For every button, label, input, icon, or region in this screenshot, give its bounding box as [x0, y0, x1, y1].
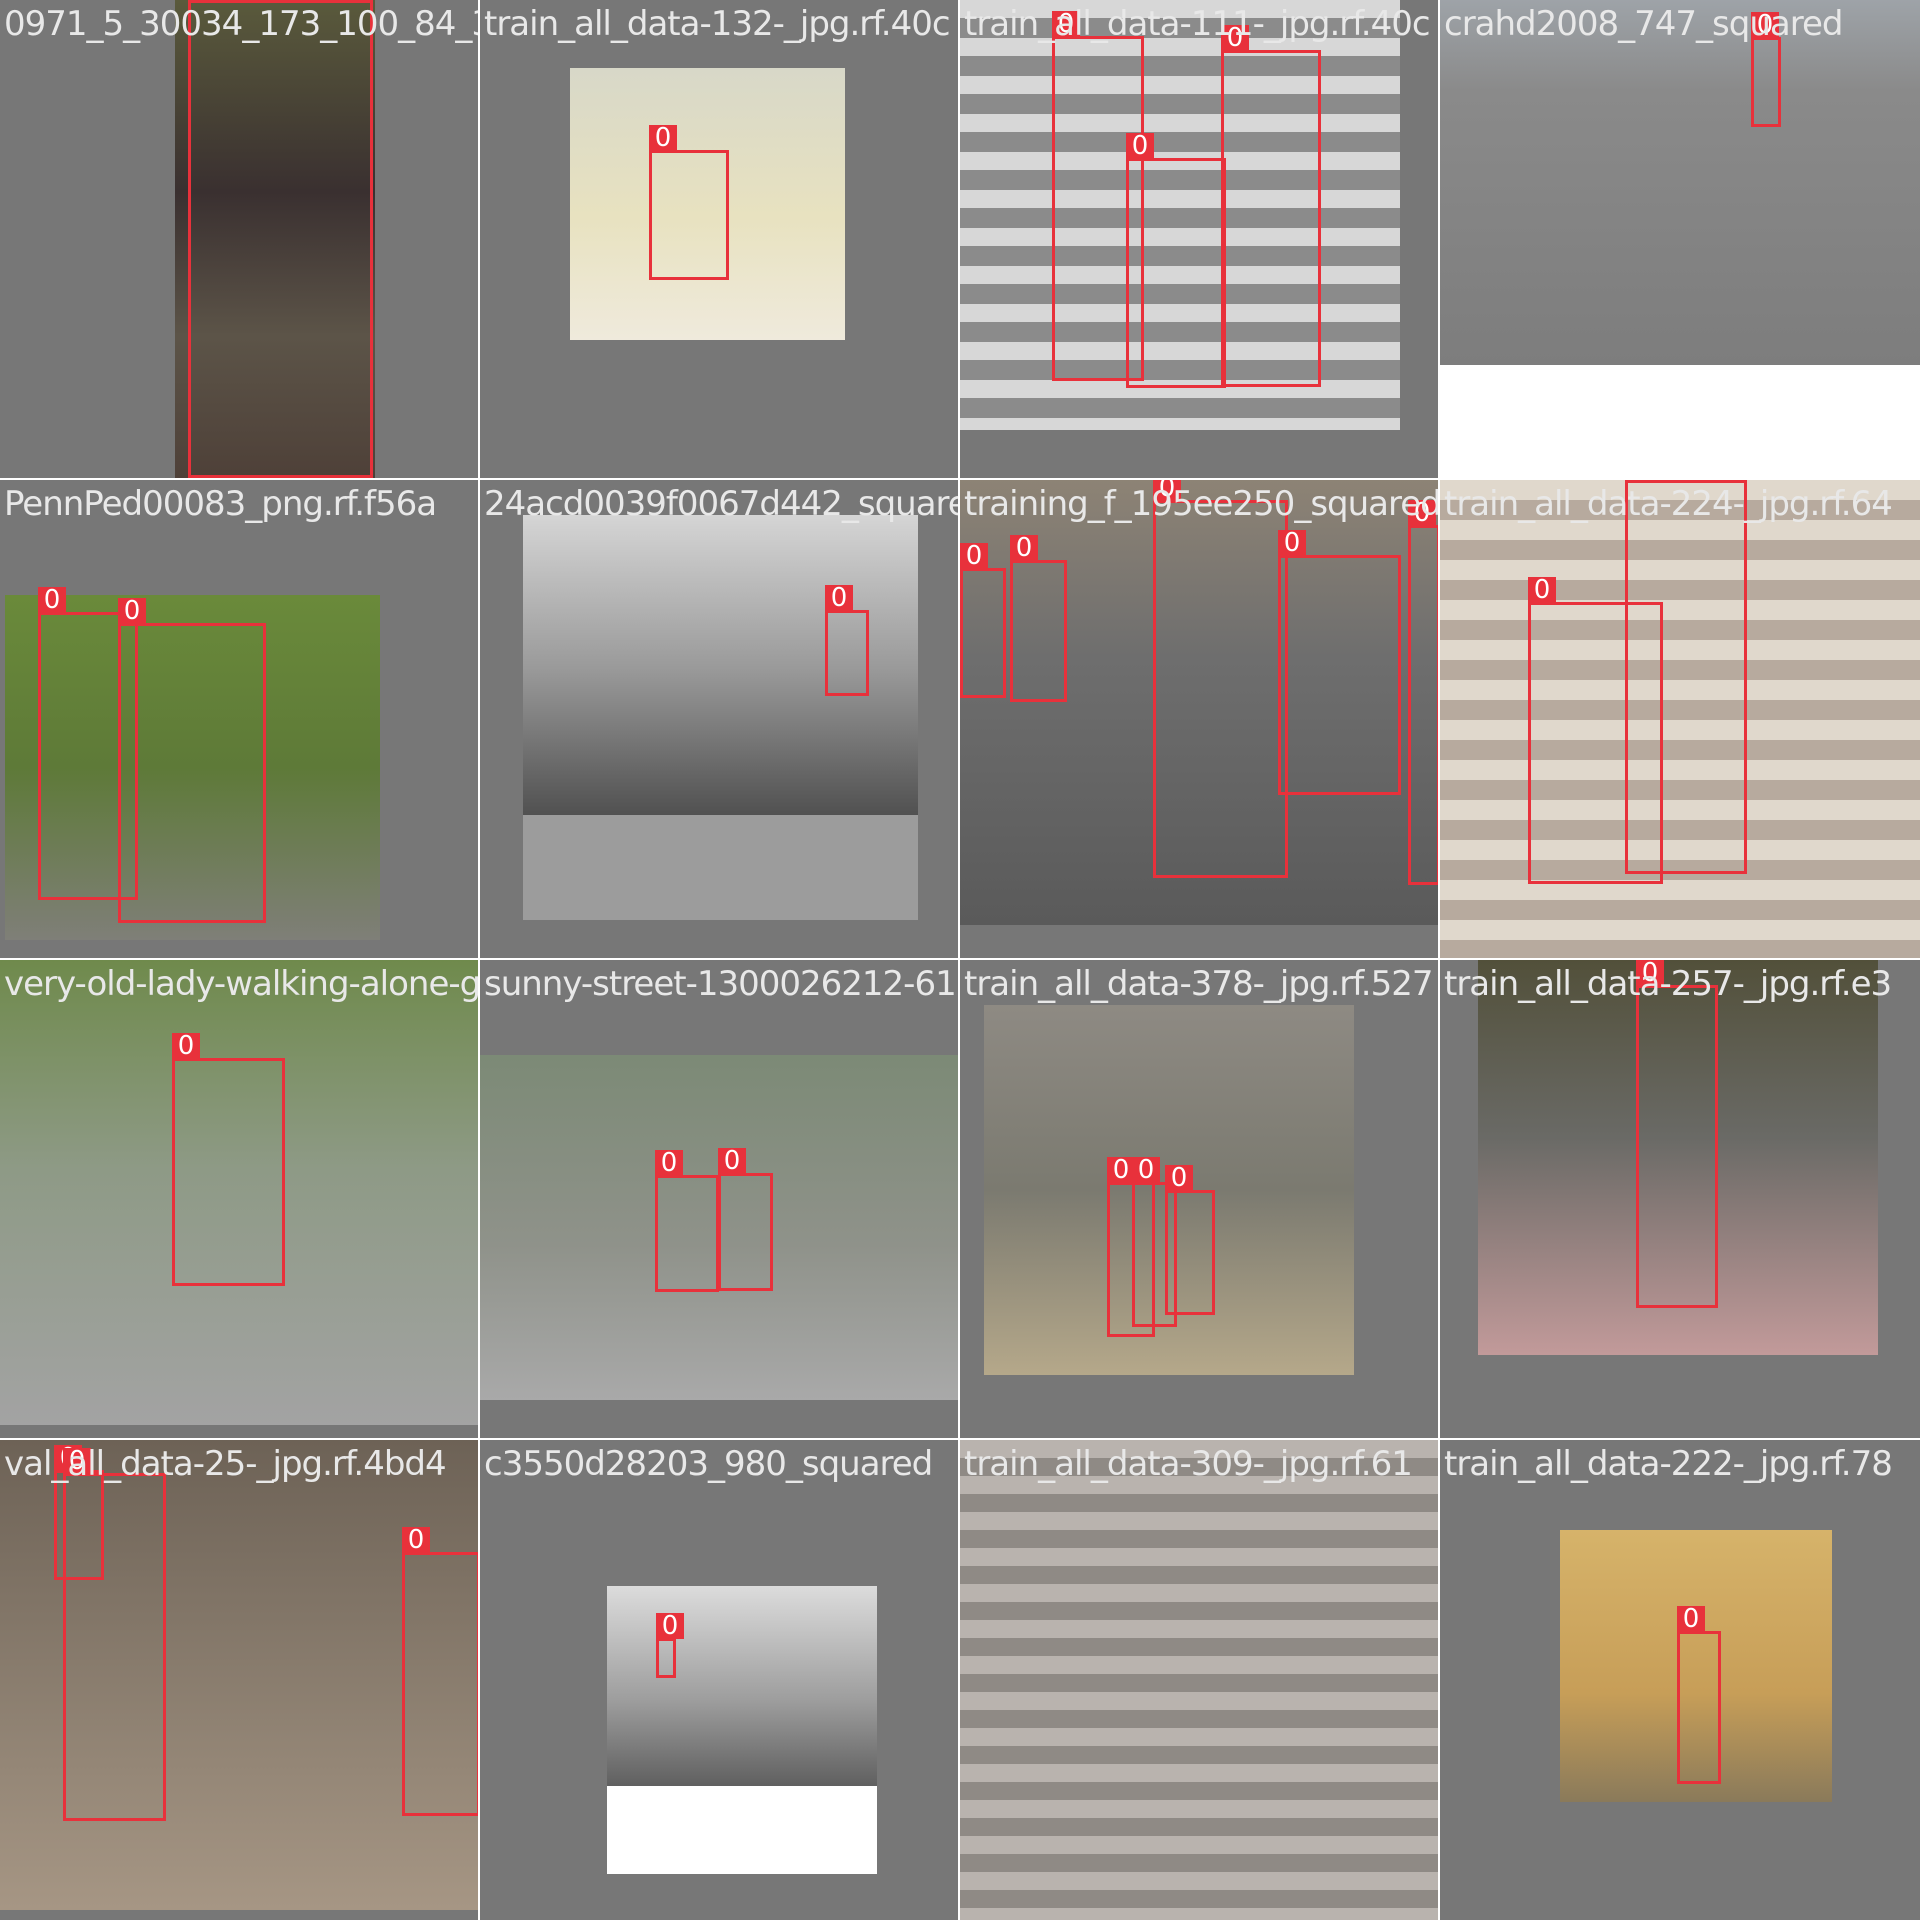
- class-label: 0: [649, 125, 677, 151]
- bounding-box: 0: [718, 1148, 773, 1291]
- class-label: 0: [118, 598, 146, 624]
- tile: 0 very-old-lady-walking-alone-gettyimage…: [0, 958, 482, 1442]
- tile-filename: train_all_data-378-_jpg.rf.527: [964, 964, 1433, 1004]
- tile: 0 0 PennPed00083_png.rf.f56a: [0, 478, 482, 962]
- class-label: 0: [1677, 1606, 1705, 1632]
- bounding-box: 0: [655, 1150, 719, 1292]
- class-label: 0: [1153, 480, 1181, 501]
- tile: 0 train_all_data-222-_jpg.rf.78: [1438, 1438, 1920, 1920]
- tile: 0 0 0 val_all_data-25-_jpg.rf.4bd4: [0, 1438, 482, 1920]
- bounding-box: 0: [1751, 12, 1781, 127]
- class-label: 0: [1528, 577, 1556, 603]
- bounding-box: 0: [825, 585, 869, 696]
- class-label: 0: [63, 1448, 91, 1474]
- tile: 0 train_all_data-132-_jpg.rf.40c: [478, 0, 962, 482]
- class-label: 0: [188, 0, 216, 1]
- detection-mosaic: 0 0971_5_30034_173_100_84_305_jpg.rf.073…: [0, 0, 1920, 1920]
- class-label: 0: [655, 1150, 683, 1176]
- bounding-box: 0: [188, 0, 373, 478]
- tile-image-blank: [523, 815, 918, 920]
- tile: 0 train_all_data-257-_jpg.rf.e3: [1438, 958, 1920, 1442]
- tile: 0 crahd2008_747_squared: [1438, 0, 1920, 482]
- tile-filename: sunny-street-1300026212-612x612_jpg.rf.5…: [484, 964, 960, 1004]
- tile-image-blank: [607, 1786, 877, 1874]
- bounding-box: 0: [1677, 1606, 1721, 1784]
- class-label: 0: [1165, 1165, 1193, 1191]
- bounding-box: 0: [1010, 535, 1067, 702]
- tile: train_all_data-309-_jpg.rf.61: [958, 1438, 1442, 1920]
- class-label: 0: [1751, 12, 1779, 38]
- bounding-box: 0: [172, 1033, 285, 1286]
- bounding-box: 0: [649, 125, 729, 280]
- bounding-box: 0: [1528, 577, 1663, 884]
- class-label: 0: [38, 587, 66, 613]
- tile-filename: train_all_data-222-_jpg.rf.78: [1444, 1444, 1893, 1484]
- class-label: 0: [1052, 11, 1080, 37]
- class-label: 0: [1126, 133, 1154, 159]
- tile: 0 24acd0039f0067d442_squared: [478, 478, 962, 962]
- class-label: 0: [1625, 480, 1653, 481]
- class-label: 0: [1010, 535, 1038, 561]
- bounding-box: 0: [402, 1527, 480, 1816]
- tile: 0 0 0 0 0 training_f_195ee250_squared: [958, 478, 1442, 962]
- class-label: 0: [1636, 960, 1664, 986]
- bounding-box: 0: [118, 598, 266, 923]
- tile: 0 c3550d28203_980_squared: [478, 1438, 962, 1920]
- tile: 0 0971_5_30034_173_100_84_305_jpg.rf.073…: [0, 0, 482, 482]
- bounding-box: 0: [1153, 480, 1288, 878]
- class-label: 0: [825, 585, 853, 611]
- class-label: 0: [1221, 25, 1249, 51]
- tile-image: [1440, 0, 1920, 365]
- tile: 0 0 0 train_all_data-378-_jpg.rf.527: [958, 958, 1442, 1442]
- class-label: 0: [718, 1148, 746, 1174]
- tile-filename: c3550d28203_980_squared: [484, 1444, 933, 1484]
- class-label: 0: [656, 1613, 684, 1639]
- bounding-box: 0: [1165, 1165, 1215, 1315]
- tile-filename: PennPed00083_png.rf.f56a: [4, 484, 437, 524]
- tile-image: [607, 1586, 877, 1816]
- class-label: 0: [960, 543, 988, 569]
- tile-image: [960, 1440, 1440, 1920]
- bounding-box: 0: [1278, 530, 1401, 795]
- bounding-box: 0: [63, 1448, 166, 1821]
- bounding-box: 0: [1221, 25, 1321, 387]
- class-label: 0: [172, 1033, 200, 1059]
- bounding-box: 0: [656, 1613, 684, 1678]
- tile: 0 0 sunny-street-1300026212-612x612_jpg.…: [478, 958, 962, 1442]
- class-label: 0: [1408, 500, 1436, 526]
- class-label: 0: [402, 1527, 430, 1553]
- tile: 0 0 train_all_data-224-_jpg.rf.64: [1438, 478, 1920, 962]
- bounding-box: 0: [1126, 133, 1226, 388]
- class-label: 0: [1132, 1157, 1160, 1183]
- tile-image-blank: [1440, 365, 1920, 480]
- tile-filename: train_all_data-132-_jpg.rf.40c: [484, 4, 951, 44]
- class-label: 0: [1278, 530, 1306, 556]
- bounding-box: 0: [1408, 500, 1440, 885]
- bounding-box: 0: [960, 543, 1006, 698]
- class-label: 0: [1107, 1157, 1135, 1183]
- bounding-box: 0: [1636, 960, 1718, 1308]
- tile: 0 0 0 train_all_data-111-_jpg.rf.40c: [958, 0, 1442, 482]
